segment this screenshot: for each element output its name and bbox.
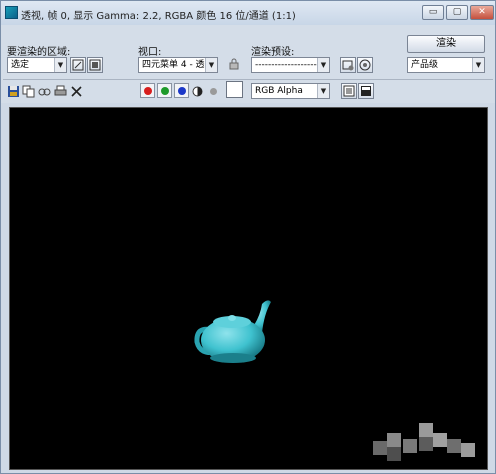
green-channel-toggle[interactable]: [157, 83, 172, 98]
chevron-down-icon: ▼: [472, 58, 484, 72]
monochrome-icon[interactable]: [207, 85, 220, 98]
quality-dropdown[interactable]: 产品级 ▼: [407, 57, 485, 73]
area-label: 要渲染的区域:: [7, 47, 71, 58]
chevron-down-icon: ▼: [54, 58, 66, 72]
chevron-down-icon: ▼: [205, 58, 217, 72]
copy-icon[interactable]: [22, 85, 35, 98]
area-dropdown-value: 选定: [11, 60, 30, 70]
title-bar[interactable]: 透视, 帧 0, 显示 Gamma: 2.2, RGBA 颜色 16 位/通道 …: [1, 1, 495, 25]
auto-region-icon[interactable]: [87, 57, 103, 73]
clear-icon[interactable]: [70, 85, 83, 98]
toggle-ui-icon[interactable]: [358, 83, 374, 99]
red-channel-toggle[interactable]: [140, 83, 155, 98]
preset-dropdown[interactable]: --------------------------- ▼: [251, 57, 330, 73]
maximize-button[interactable]: ▢: [446, 5, 468, 20]
viewport-dropdown[interactable]: 四元菜单 4 - 透视 ▼: [138, 57, 218, 73]
print-icon[interactable]: [54, 85, 67, 98]
channel-dropdown[interactable]: RGB Alpha ▼: [251, 83, 330, 99]
rendered-teapot-image: [194, 300, 271, 363]
toggle-ui-overlay-icon[interactable]: [341, 83, 357, 99]
minimize-button[interactable]: ▭: [422, 5, 444, 20]
save-icon[interactable]: [7, 85, 20, 98]
blue-channel-icon: [178, 87, 186, 95]
pixelated-watermark: [373, 423, 475, 461]
channel-dropdown-value: RGB Alpha: [255, 86, 303, 96]
clone-window-icon[interactable]: [38, 85, 51, 98]
chevron-down-icon: ▼: [317, 58, 329, 72]
red-channel-icon: [144, 87, 152, 95]
window-title: 透视, 帧 0, 显示 Gamma: 2.2, RGBA 颜色 16 位/通道 …: [21, 11, 296, 22]
lock-icon[interactable]: [226, 57, 242, 73]
blue-channel-toggle[interactable]: [174, 83, 189, 98]
app-icon: [5, 6, 18, 19]
render-button[interactable]: 渲染: [407, 35, 485, 53]
color-swatch[interactable]: [226, 81, 243, 98]
environment-icon[interactable]: [357, 57, 373, 73]
green-channel-icon: [161, 87, 169, 95]
preset-label: 渲染预设:: [251, 47, 295, 58]
toolbar-divider: [3, 79, 493, 80]
viewport-dropdown-value: 四元菜单 4 - 透视: [142, 60, 214, 70]
alpha-channel-icon[interactable]: [191, 85, 204, 98]
render-viewport[interactable]: [9, 107, 488, 470]
edit-region-icon[interactable]: [70, 57, 86, 73]
render-setup-icon[interactable]: [340, 57, 356, 73]
rendered-frame-window: 透视, 帧 0, 显示 Gamma: 2.2, RGBA 颜色 16 位/通道 …: [0, 0, 496, 474]
viewport-label: 视口:: [138, 47, 162, 58]
chevron-down-icon: ▼: [317, 84, 329, 98]
area-dropdown[interactable]: 选定 ▼: [7, 57, 67, 73]
quality-dropdown-value: 产品级: [411, 60, 439, 70]
close-button[interactable]: ✕: [470, 5, 494, 20]
